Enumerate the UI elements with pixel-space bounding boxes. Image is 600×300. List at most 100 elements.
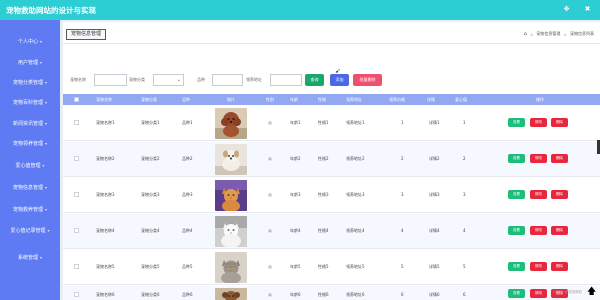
chevron-down-icon: ▾	[45, 141, 48, 146]
chevron-down-icon: ⌄	[176, 77, 181, 83]
row-checkbox[interactable]	[74, 292, 79, 297]
table-row: 宠物名称3 宠物分类3 品种3 公 年龄3 性格3 领养地址3 3 详情3 3 …	[63, 178, 600, 213]
edit-button[interactable]: 修改	[530, 289, 547, 298]
batch-delete-button[interactable]: 批量删除	[353, 74, 382, 86]
view-button[interactable]: 查看	[508, 262, 525, 271]
sidebar-item-pet-category[interactable]: 宠物分类管理 ▾	[0, 79, 60, 86]
col-address[interactable]: 领养地址	[346, 97, 362, 103]
col-price[interactable]: 领养价格	[389, 97, 405, 103]
cell-breed: 品种4	[182, 228, 193, 233]
view-button[interactable]: 查看	[508, 226, 525, 235]
settings-icon[interactable]: ✥	[562, 5, 571, 14]
col-pet-name[interactable]: 宠物名称	[96, 97, 112, 103]
cell-personality: 性格6	[318, 292, 329, 297]
row-checkbox[interactable]	[74, 192, 79, 197]
col-detail[interactable]: 详情	[427, 97, 435, 103]
breed-input[interactable]	[212, 74, 243, 86]
sidebar-item-system[interactable]: 系统管理 ▾	[0, 254, 60, 261]
search-button[interactable]: 查询	[305, 74, 324, 86]
cell-sex: 公	[268, 228, 272, 233]
col-breed[interactable]: 品种	[182, 97, 190, 103]
table-row: 宠物名称2 宠物分类2 品种2 公 年龄2 性格2 领养地址2 2 详情2 2 …	[63, 142, 600, 177]
cell-personality: 性格5	[318, 264, 329, 269]
sidebar-item-love-value[interactable]: 爱心值管理 ▾	[0, 162, 60, 169]
cell-breed: 品种5	[182, 264, 193, 269]
cell-price: 5	[401, 264, 404, 269]
row-checkbox[interactable]	[74, 264, 79, 269]
sidebar-item-pet-rescue[interactable]: 宠物救养管理 ▾	[0, 206, 60, 213]
cell-sex: 公	[268, 292, 272, 297]
cell-personality: 性格1	[318, 120, 329, 125]
cell-personality: 性格4	[318, 228, 329, 233]
sidebar-item-adoption[interactable]: 宠物领养管理 ▾	[0, 140, 60, 147]
select-all-checkbox[interactable]	[74, 97, 79, 102]
cell-personality: 性格2	[318, 156, 329, 161]
view-button[interactable]: 查看	[508, 154, 525, 163]
delete-button[interactable]: 删除	[551, 226, 568, 235]
cell-sex: 公	[268, 120, 272, 125]
chevron-down-icon: ▾	[45, 80, 48, 85]
col-image: 图片	[227, 97, 235, 102]
edit-button[interactable]: 修改	[530, 190, 547, 199]
pet-photo-white-cat	[215, 216, 247, 247]
home-icon[interactable]: ⌂	[524, 31, 527, 37]
edit-button[interactable]: 修改	[530, 226, 547, 235]
row-checkbox[interactable]	[74, 156, 79, 161]
table-row: 宠物名称5 宠物分类5 品种5 公 年龄5 性格5 领养地址5 5 详情5 5 …	[63, 250, 600, 285]
cell-price: 6	[401, 292, 404, 297]
edit-button[interactable]: 修改	[530, 262, 547, 271]
col-love-value[interactable]: 爱心值	[455, 97, 467, 103]
col-personality[interactable]: 性格	[318, 97, 326, 103]
pet-photo-small-white-dog	[215, 144, 247, 175]
sidebar-item-pet-info[interactable]: 宠物信息管理 ▾	[0, 184, 60, 191]
col-sex[interactable]: 性别	[266, 97, 274, 103]
cell-sex: 公	[268, 192, 272, 197]
cell-name: 宠物名称5	[96, 264, 115, 269]
chevron-down-icon: ▾	[45, 207, 48, 212]
edit-button[interactable]: 修改	[530, 154, 547, 163]
delete-button[interactable]: 删除	[551, 262, 568, 271]
cell-love-value: 6	[463, 292, 466, 297]
edit-button[interactable]: 修改	[530, 118, 547, 127]
row-checkbox[interactable]	[74, 120, 79, 125]
tab-bar: 宠物信息管理 ⌂ ☆ 宠物信息管理 ☆ 宠物信息列表	[63, 22, 600, 44]
chevron-down-icon: ▾	[45, 185, 48, 190]
pet-name-input[interactable]	[94, 74, 127, 86]
add-button[interactable]: 添加	[330, 74, 349, 86]
view-button[interactable]: 查看	[508, 289, 525, 298]
table-row: 宠物名称4 宠物分类4 品种4 公 年龄4 性格4 领养地址4 4 详情4 4 …	[63, 214, 600, 249]
view-button[interactable]: 查看	[508, 118, 525, 127]
tab-pet-info[interactable]: 宠物信息管理	[66, 29, 107, 40]
close-icon[interactable]: ✖	[583, 5, 592, 14]
sidebar: 个人中心 ▾ 用户管理 ▾ 宠物分类管理 ▾ 宠物百科管理 ▾ 新闻资讯管理 ▾ 宠物领养…	[0, 20, 60, 300]
cell-price: 4	[401, 228, 404, 233]
delete-button[interactable]: 删除	[551, 190, 568, 199]
view-button[interactable]: 查看	[508, 190, 525, 199]
breadcrumb-item[interactable]: 宠物信息管理	[536, 31, 560, 37]
cell-name: 宠物名称6	[96, 292, 115, 297]
chevron-down-icon: ▾	[40, 255, 43, 260]
delete-button[interactable]: 删除	[551, 118, 568, 127]
back-to-top-icon[interactable]: 🡅	[587, 287, 596, 298]
sidebar-item-love-record[interactable]: 爱心值记录管理 ▾	[0, 227, 60, 234]
address-input[interactable]	[270, 74, 302, 86]
cell-love-value: 2	[463, 156, 466, 161]
cell-detail: 详情2	[429, 156, 440, 161]
col-age[interactable]: 年龄	[290, 97, 298, 103]
pet-category-select[interactable]: ⌄	[153, 74, 184, 86]
sidebar-item-pet-wiki[interactable]: 宠物百科管理 ▾	[0, 99, 60, 106]
cell-detail: 详情4	[429, 228, 440, 233]
mouse-cursor-icon: ➹	[335, 67, 341, 75]
chevron-down-icon: ▾	[40, 60, 43, 65]
cell-address: 领养地址3	[346, 192, 365, 197]
row-checkbox[interactable]	[74, 228, 79, 233]
cell-age: 年龄4	[290, 228, 301, 233]
main-content: 宠物信息管理 ⌂ ☆ 宠物信息管理 ☆ 宠物信息列表 宠物名称 宠物分类 ⌄ 品…	[63, 22, 600, 300]
sidebar-item-profile[interactable]: 个人中心 ▾	[0, 38, 60, 45]
col-pet-category[interactable]: 宠物分类	[141, 97, 157, 103]
delete-button[interactable]: 删除	[551, 154, 568, 163]
cell-detail: 详情1	[429, 120, 440, 125]
sidebar-item-news[interactable]: 新闻资讯管理 ▾	[0, 120, 60, 127]
sidebar-item-users[interactable]: 用户管理 ▾	[0, 59, 60, 66]
cell-age: 年龄6	[290, 292, 301, 297]
